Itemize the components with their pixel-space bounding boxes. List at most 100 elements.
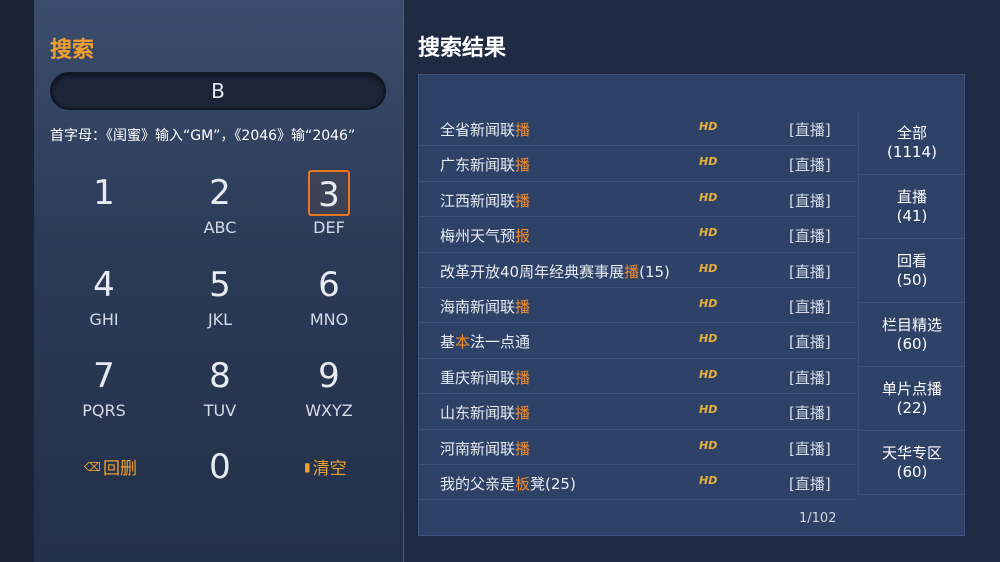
page-indicator: 1/102 xyxy=(799,511,837,526)
live-tag: [直播] xyxy=(789,368,831,387)
live-tag: [直播] xyxy=(789,227,831,246)
backspace-button[interactable]: ⌫ 回删 xyxy=(84,454,137,479)
results-title: 搜索结果 xyxy=(418,36,507,61)
category-item[interactable]: 单片点播 (22) xyxy=(859,367,965,431)
category-item[interactable]: 栏目精选 (60) xyxy=(859,303,965,367)
hd-badge: HD xyxy=(699,190,718,204)
live-tag: [直播] xyxy=(789,474,831,493)
result-row[interactable]: 梅州天气预报 HD [直播] xyxy=(419,217,857,253)
live-tag: [直播] xyxy=(789,297,831,316)
category-count: (60) xyxy=(896,334,928,353)
key-9[interactable]: 9 WXYZ xyxy=(289,353,369,433)
result-title-text: 重庆新闻联 xyxy=(440,368,516,387)
key-letters: WXYZ xyxy=(305,401,353,420)
key-number: 0 xyxy=(209,447,231,487)
category-item[interactable]: 天华专区 (60) xyxy=(859,431,965,495)
result-title-match: 播 xyxy=(515,191,531,210)
result-title: 河南新闻联播 xyxy=(440,438,530,459)
key-letters: MNO xyxy=(309,310,349,329)
category-count: (41) xyxy=(896,206,928,225)
result-row[interactable]: 改革开放40周年经典赛事展播(15) HD [直播] xyxy=(419,253,857,288)
key-8[interactable]: 8 TUV xyxy=(180,353,260,433)
result-row[interactable]: 江西新闻联播 HD [直播] xyxy=(419,182,857,218)
category-filter: 全部 (1114) 直播 (41) 回看 (50) 栏目精选 (60) 单片点播 (22) 天华专区… xyxy=(858,111,965,495)
key-number: 7 xyxy=(93,356,115,396)
result-title-match: 板 xyxy=(515,474,531,493)
result-title-match: 播 xyxy=(624,262,640,281)
category-count: (22) xyxy=(896,398,928,417)
category-label: 直播 xyxy=(896,187,927,206)
result-row[interactable]: 我的父亲是板凳(25) HD [直播] xyxy=(419,465,857,501)
live-tag: [直播] xyxy=(789,121,831,139)
key-number: 1 xyxy=(93,173,115,213)
key-7[interactable]: 7 PQRS xyxy=(64,353,144,433)
result-title-text: 我的父亲是 xyxy=(440,474,516,493)
clear-button[interactable]: ▮ 清空 xyxy=(304,454,347,479)
result-title-text: 广东新闻联 xyxy=(440,156,516,175)
category-label: 回看 xyxy=(896,251,927,270)
hd-badge: HD xyxy=(699,367,718,381)
result-row[interactable]: 重庆新闻联播 HD [直播] xyxy=(419,359,857,395)
search-input[interactable]: B xyxy=(50,72,386,110)
result-row[interactable]: 山东新闻联播 HD [直播] xyxy=(419,394,857,430)
key-3[interactable]: 3 DEF xyxy=(289,170,369,250)
result-title-text: 山东新闻联 xyxy=(440,404,516,423)
result-title: 江西新闻联播 xyxy=(440,190,530,211)
result-title-match: 报 xyxy=(515,227,531,246)
category-label: 天华专区 xyxy=(881,443,942,462)
key-5[interactable]: 5 JKL xyxy=(180,262,260,342)
result-title-text: 改革开放40周年经典赛事展 xyxy=(440,262,625,281)
key-letters: TUV xyxy=(203,401,237,420)
result-title-text: 河南新闻联 xyxy=(440,439,516,458)
result-row[interactable]: 全省新闻联播 HD [直播] xyxy=(419,111,857,147)
result-title-text: 江西新闻联 xyxy=(440,191,516,210)
search-title: 搜索 xyxy=(50,38,95,63)
category-label: 栏目精选 xyxy=(881,315,942,334)
key-letters: PQRS xyxy=(82,401,126,420)
key-4[interactable]: 4 GHI xyxy=(64,262,144,342)
result-title-text: 基 xyxy=(440,333,456,352)
result-row[interactable]: 基本法一点通 HD [直播] xyxy=(419,323,857,359)
result-title-match: 播 xyxy=(515,368,531,387)
category-count: (50) xyxy=(896,270,928,289)
result-title-match: 播 xyxy=(515,121,531,139)
search-input-value: B xyxy=(211,79,225,103)
key-letters: JKL xyxy=(207,310,233,329)
result-row[interactable]: 海南新闻联播 HD [直播] xyxy=(419,288,857,324)
key-number: 2 xyxy=(209,173,231,213)
results-panel: 全省新闻联播 HD [直播] 广东新闻联播 HD [直播] 江西新闻联播 HD [直播] 梅州天气… xyxy=(418,74,965,536)
key-number: 5 xyxy=(209,265,231,305)
hd-badge: HD xyxy=(699,120,718,133)
key-2[interactable]: 2 ABC xyxy=(180,170,260,250)
result-row[interactable]: 广东新闻联播 HD [直播] xyxy=(419,146,857,182)
hd-badge: HD xyxy=(699,438,718,452)
category-item[interactable]: 直播 (41) xyxy=(859,175,965,239)
hd-badge: HD xyxy=(699,155,718,169)
result-title: 基本法一点通 xyxy=(440,331,530,352)
hd-badge: HD xyxy=(699,403,718,417)
result-title-suffix: 凳(25) xyxy=(530,474,576,493)
live-tag: [直播] xyxy=(789,262,831,281)
hd-badge: HD xyxy=(699,261,718,275)
key-6[interactable]: 6 MNO xyxy=(289,262,369,342)
result-row[interactable]: 河南新闻联播 HD [直播] xyxy=(419,430,857,465)
backspace-icon: ⌫ xyxy=(84,459,101,474)
key-0[interactable]: 0 xyxy=(180,444,260,524)
category-label: 全部 xyxy=(896,123,927,142)
hd-badge: HD xyxy=(699,296,718,310)
result-title-match: 播 xyxy=(515,297,531,316)
result-list: 全省新闻联播 HD [直播] 广东新闻联播 HD [直播] 江西新闻联播 HD [直播] 梅州天气… xyxy=(419,111,857,501)
result-title: 改革开放40周年经典赛事展播(15) xyxy=(440,261,670,282)
left-edge-strip xyxy=(0,0,34,562)
result-title: 广东新闻联播 xyxy=(440,154,530,175)
live-tag: [直播] xyxy=(789,191,831,210)
key-1[interactable]: 1 xyxy=(64,170,144,250)
category-item[interactable]: 回看 (50) xyxy=(859,239,965,303)
result-title-match: 播 xyxy=(515,439,531,458)
category-item[interactable]: 全部 (1114) xyxy=(859,111,965,175)
key-number: 8 xyxy=(209,356,231,396)
backspace-label: 回删 xyxy=(102,459,137,479)
result-title: 我的父亲是板凳(25) xyxy=(440,473,576,494)
live-tag: [直播] xyxy=(789,156,831,175)
category-count: (1114) xyxy=(887,142,937,161)
